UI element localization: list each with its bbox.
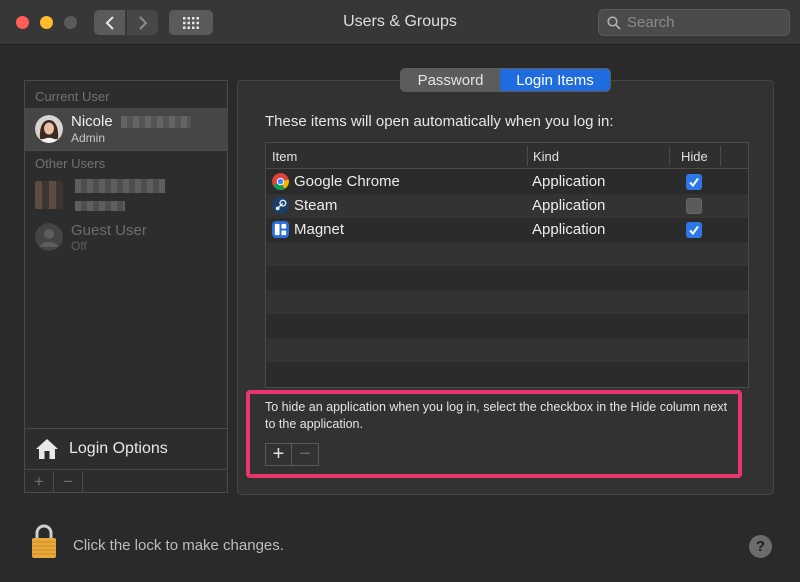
guest-user-status: Off [71, 238, 87, 253]
redacted-surname [121, 115, 192, 128]
empty-row [266, 338, 748, 362]
title-bar: Users & Groups [0, 0, 800, 45]
remove-user-button[interactable]: − [54, 471, 83, 492]
column-header-kind[interactable]: Kind [533, 149, 559, 164]
sidebar-item-other-user[interactable] [25, 176, 227, 214]
divider [25, 150, 227, 151]
sidebar-item-guest-user[interactable]: Guest User Off [25, 218, 227, 256]
guest-user-name: Guest User [71, 221, 147, 239]
lock-message: Click the lock to make changes. [73, 537, 284, 554]
table-row[interactable]: Google Chrome Application [266, 170, 748, 194]
avatar [35, 181, 63, 209]
hide-checkbox[interactable] [686, 222, 702, 238]
login-options-label: Login Options [69, 439, 168, 457]
current-user-section-label: Current User [35, 89, 110, 104]
column-divider [720, 146, 721, 166]
tab-password[interactable]: Password [401, 69, 500, 91]
search-icon [607, 15, 621, 30]
remove-login-item-button[interactable]: − [292, 443, 318, 465]
hide-help-text: To hide an application when you log in, … [265, 400, 728, 431]
item-cell: Magnet [272, 221, 344, 238]
item-name: Google Chrome [294, 173, 400, 190]
empty-row [266, 266, 748, 290]
avatar [35, 115, 63, 143]
checkmark-icon [689, 225, 699, 236]
add-user-button[interactable]: + [25, 471, 54, 492]
sidebar-item-current-user[interactable]: Nicole Admin [25, 108, 227, 150]
redacted-user-role [75, 200, 125, 211]
sidebar-tool-bar: + − [24, 471, 228, 493]
other-user-text [71, 177, 165, 213]
house-icon [36, 438, 58, 459]
help-button[interactable]: ? [749, 535, 772, 558]
item-name: Magnet [294, 221, 345, 238]
search-input[interactable] [627, 14, 777, 31]
login-options-item[interactable]: Login Options [25, 428, 227, 468]
kind-cell: Application [532, 221, 606, 238]
table-row[interactable]: Magnet Application [266, 218, 748, 242]
item-cell: Steam [272, 197, 337, 214]
table-row[interactable]: Steam Application [266, 194, 748, 218]
tab-login-items[interactable]: Login Items [500, 69, 610, 91]
users-sidebar: Current User Nicole Admin Other Users Gu… [24, 80, 228, 470]
current-user-role: Admin [71, 131, 106, 145]
users-groups-window: Users & Groups Current User Nicole Admin [0, 0, 800, 582]
guest-user-icon [35, 223, 63, 251]
kind-cell: Application [532, 173, 606, 190]
empty-row [266, 362, 748, 386]
redacted-user-name [75, 178, 165, 193]
add-login-item-button[interactable]: + [266, 443, 292, 465]
item-name: Steam [294, 197, 338, 214]
column-divider [669, 146, 670, 166]
hide-checkbox[interactable] [686, 174, 702, 190]
login-items-intro: These items will open automatically when… [265, 113, 614, 130]
guest-user-text: Guest User Off [71, 222, 147, 253]
tab-bar: Password Login Items [400, 68, 611, 92]
search-field[interactable] [598, 9, 790, 36]
item-cell: Google Chrome [272, 173, 400, 190]
empty-row [266, 314, 748, 338]
column-header-hide[interactable]: Hide [681, 149, 708, 164]
login-items-table[interactable]: Item Kind Hide Google Chrome Application [265, 142, 749, 388]
empty-row [266, 290, 748, 314]
checkmark-icon [689, 177, 699, 188]
chrome-icon [272, 173, 289, 190]
other-users-section-label: Other Users [35, 156, 106, 171]
kind-cell: Application [532, 197, 606, 214]
login-items-add-remove: + − [265, 443, 319, 466]
magnet-icon [272, 221, 289, 238]
steam-icon [272, 197, 289, 214]
current-user-name: Nicole [71, 113, 113, 130]
lock-icon[interactable] [30, 523, 58, 559]
empty-row [266, 242, 748, 266]
current-user-text: Nicole Admin [71, 113, 192, 145]
table-header: Item Kind Hide [266, 143, 748, 169]
column-divider [527, 146, 528, 166]
hide-checkbox[interactable] [686, 198, 702, 214]
column-header-item[interactable]: Item [272, 149, 297, 164]
